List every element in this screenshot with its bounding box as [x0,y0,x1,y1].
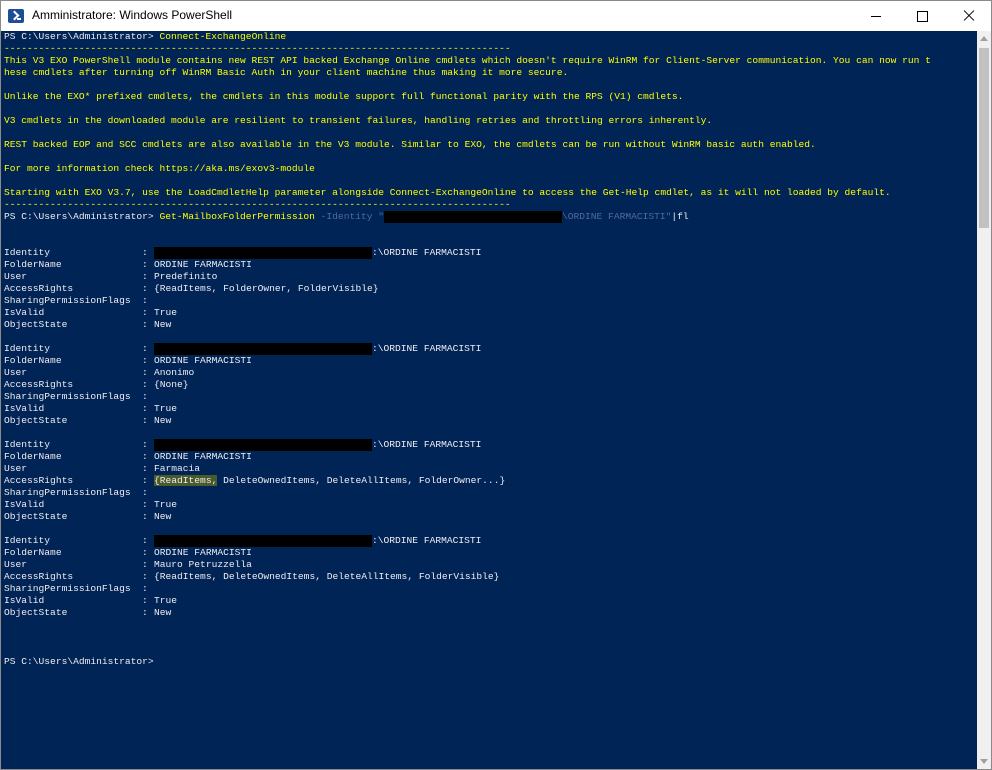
identity-parameter: -Identity " [314,211,384,222]
field-object-state: ObjectState: New [4,415,172,426]
field-folder-name: FolderName: ORDINE FARMACISTI [4,547,252,558]
field-sharing-flags: SharingPermissionFlags: [4,487,148,498]
command-line: PS C:\Users\Administrator> Get-MailboxFo… [4,211,689,223]
redacted-block [154,535,372,547]
field-sharing-flags: SharingPermissionFlags: [4,391,148,402]
field-folder-name: FolderName: ORDINE FARMACISTI [4,355,252,366]
field-object-state: ObjectState: New [4,511,172,522]
redacted-block [154,343,372,355]
redacted-block [154,439,372,451]
window-title: Amministratore: Windows PowerShell [32,8,233,22]
field-user: User: Predefinito [4,271,218,282]
identity-parameter-value: \ORDINE FARMACISTI" [562,211,672,222]
redacted-block [154,247,372,259]
final-prompt: PS C:\Users\Administrator> [4,656,154,667]
field-user: User: Farmacia [4,463,201,474]
field-is-valid: IsValid: True [4,499,178,510]
scroll-down-icon[interactable] [980,759,988,764]
field-object-state: ObjectState: New [4,319,172,330]
field-access-rights: AccessRights: {ReadItems, FolderOwner, Fo… [4,283,379,294]
vertical-scrollbar[interactable] [977,31,991,769]
console-output[interactable]: PS C:\Users\Administrator> Connect-Excha… [1,31,977,769]
separator-line: ----------------------------------------… [4,199,511,210]
field-is-valid: IsValid: True [4,307,178,318]
banner-line: hese cmdlets after turning off WinRM Bas… [4,67,569,78]
field-identity: Identity::\ORDINE FARMACISTI [4,247,482,259]
redacted-block [384,211,562,223]
banner-line: Unlike the EXO* prefixed cmdlets, the cm… [4,91,684,102]
title-bar[interactable]: Amministratore: Windows PowerShell [1,1,991,31]
prompt: PS C:\Users\Administrator> [4,31,160,42]
field-access-rights: AccessRights: {None} [4,379,189,390]
prompt: PS C:\Users\Administrator> [4,211,160,222]
banner-line: REST backed EOP and SCC cmdlets are also… [4,139,816,150]
scroll-thumb[interactable] [979,48,989,228]
field-access-rights: AccessRights: {ReadItems, DeleteOwnedItem… [4,475,506,486]
pipe-format-list: |fl [671,211,689,222]
field-folder-name: FolderName: ORDINE FARMACISTI [4,259,252,270]
close-button[interactable] [945,1,991,31]
field-sharing-flags: SharingPermissionFlags: [4,295,148,306]
command-connect: Connect-ExchangeOnline [159,31,287,42]
field-user: User: Mauro Petruzzella [4,559,252,570]
banner-line: Starting with EXO V3.7, use the LoadCmdl… [4,187,891,198]
prompt-line: PS C:\Users\Administrator> Connect-Excha… [4,31,286,43]
banner-line: This V3 EXO PowerShell module contains n… [4,55,931,66]
highlighted-text: {ReadItems, [154,475,218,486]
powershell-icon[interactable] [8,9,24,23]
field-object-state: ObjectState: New [4,607,172,618]
maximize-icon [917,11,928,22]
field-identity: Identity::\ORDINE FARMACISTI [4,439,482,451]
minimize-icon [871,16,881,17]
maximize-button[interactable] [899,1,945,31]
minimize-button[interactable] [853,1,899,31]
banner-line: V3 cmdlets in the downloaded module are … [4,115,713,126]
scroll-up-icon[interactable] [980,36,988,41]
field-is-valid: IsValid: True [4,595,178,606]
banner-line: For more information check https://aka.m… [4,163,315,174]
field-is-valid: IsValid: True [4,403,178,414]
field-user: User: Anonimo [4,367,195,378]
command-get-permission: Get-MailboxFolderPermission [159,211,315,222]
field-identity: Identity::\ORDINE FARMACISTI [4,343,482,355]
field-folder-name: FolderName: ORDINE FARMACISTI [4,451,252,462]
field-identity: Identity::\ORDINE FARMACISTI [4,535,482,547]
field-access-rights: AccessRights: {ReadItems, DeleteOwnedItem… [4,571,500,582]
powershell-window: Amministratore: Windows PowerShell PS C:… [0,0,992,770]
separator-line: ----------------------------------------… [4,43,511,54]
field-sharing-flags: SharingPermissionFlags: [4,583,148,594]
